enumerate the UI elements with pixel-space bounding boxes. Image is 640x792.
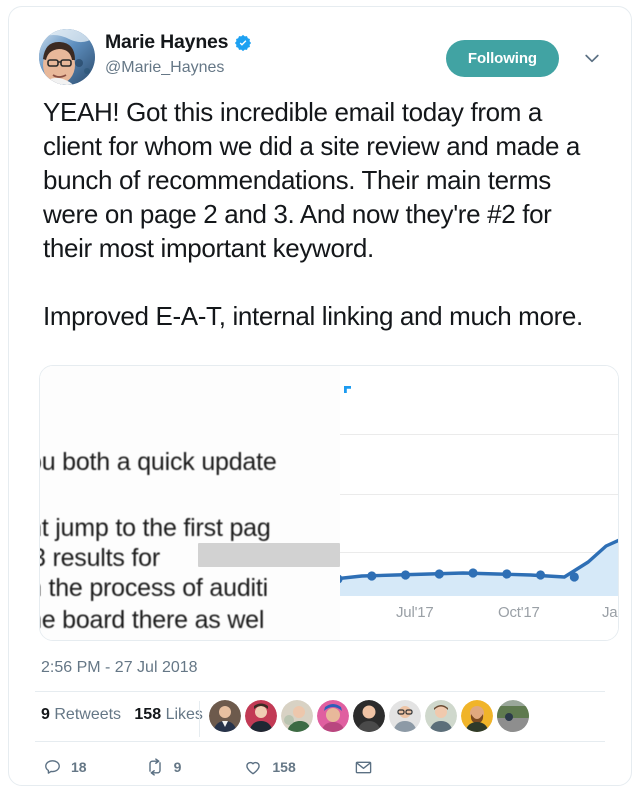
email-screenshot: ou both a quick update nt jump to the fi…: [40, 366, 340, 640]
tweet-stats-row: 9 Retweets 158 Likes: [41, 700, 605, 744]
chart-tick-label: Jul'17: [396, 604, 434, 621]
retweets-label[interactable]: Retweets: [54, 706, 121, 723]
following-button[interactable]: Following: [445, 40, 559, 77]
email-line-5: he board there as wel: [40, 606, 265, 634]
email-line-2: nt jump to the first pag: [40, 514, 271, 542]
chart-x-axis: Jul'17 Oct'17 Jan: [340, 604, 618, 624]
likes-count[interactable]: 158: [134, 706, 161, 723]
chart-tick-label: Oct'17: [498, 604, 540, 621]
retweet-icon: [145, 757, 165, 777]
liker-facepile: [209, 700, 529, 732]
liker-avatar-8[interactable]: [461, 700, 493, 732]
tweet-paragraph-1: YEAH! Got this incredible email today fr…: [43, 97, 581, 263]
liker-avatar-7[interactable]: [425, 700, 457, 732]
chart-tick-label: Jan: [602, 604, 618, 621]
verified-badge-icon: [234, 34, 252, 52]
chart-plot-area: [340, 366, 618, 596]
tweet-body: YEAH! Got this incredible email today fr…: [9, 95, 631, 333]
reply-icon: [43, 758, 62, 777]
retweet-button[interactable]: 9: [145, 757, 182, 777]
author-handle[interactable]: @Marie_Haynes: [105, 59, 252, 77]
author-display-name[interactable]: Marie Haynes: [105, 32, 229, 53]
reply-button[interactable]: 18: [43, 758, 87, 777]
redacted-keyword: [198, 543, 340, 567]
liker-avatar-5[interactable]: [353, 700, 385, 732]
chevron-down-icon[interactable]: [579, 45, 605, 71]
author-identity[interactable]: Marie Haynes @Marie_Haynes: [105, 32, 252, 77]
retweets-count[interactable]: 9: [41, 706, 50, 723]
actions-top-divider: [35, 741, 605, 742]
tweet-action-bar: 18 9 158: [43, 751, 382, 783]
tweet-media-card[interactable]: ou both a quick update nt jump to the fi…: [39, 365, 619, 641]
liker-avatar-4[interactable]: [317, 700, 349, 732]
stats-counts: 9 Retweets 158 Likes: [41, 706, 203, 724]
email-line-1: ou both a quick update: [40, 448, 277, 476]
like-button[interactable]: 158: [243, 757, 296, 777]
tweet-header: Marie Haynes @Marie_Haynes Following: [9, 7, 631, 85]
tweet-timestamp[interactable]: 2:56 PM - 27 Jul 2018: [41, 659, 198, 677]
tweet-card: Marie Haynes @Marie_Haynes Following YEA…: [8, 6, 632, 786]
liker-avatar-3[interactable]: [281, 700, 313, 732]
heart-icon: [243, 757, 263, 777]
direct-message-button[interactable]: [354, 758, 382, 777]
liker-avatar-6[interactable]: [389, 700, 421, 732]
envelope-icon: [354, 758, 373, 777]
likes-label[interactable]: Likes: [166, 706, 203, 723]
media-inner: ou both a quick update nt jump to the fi…: [40, 366, 618, 640]
liker-avatar-9[interactable]: [497, 700, 529, 732]
email-line-3: 3 results for: [40, 544, 161, 572]
like-count: 158: [272, 759, 296, 775]
retweet-count: 9: [173, 759, 182, 775]
stats-vertical-divider: [199, 701, 200, 737]
tweet-paragraph-2: Improved E-A-T, internal linking and muc…: [43, 301, 583, 331]
reply-count: 18: [71, 759, 87, 775]
avatar[interactable]: [39, 29, 95, 85]
stats-top-divider: [35, 691, 605, 692]
email-line-4: n the process of auditi: [40, 574, 268, 602]
analytics-chart: Jul'17 Oct'17 Jan: [340, 366, 618, 640]
liker-avatar-1[interactable]: [209, 700, 241, 732]
liker-avatar-2[interactable]: [245, 700, 277, 732]
